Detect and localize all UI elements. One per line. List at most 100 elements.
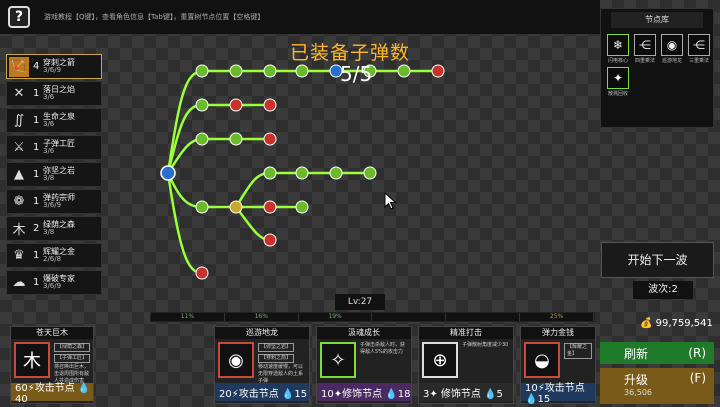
skill-item[interactable]: ▲ 1 弥坚之岩 3/8 xyxy=(6,162,102,187)
card-cost: 20⚡攻击节点 💧15 xyxy=(215,383,309,401)
tree-node[interactable] xyxy=(295,200,309,214)
card-tag: 【辉耀之金】 xyxy=(564,343,592,359)
tree-node[interactable] xyxy=(263,166,277,180)
controls-tip: 游戏教程【Q键】，查看角色信息【Tab键】，重置树节点位置【空格键】 xyxy=(44,13,265,21)
tree-node[interactable] xyxy=(195,98,209,112)
library-item[interactable]: ◉ 巡游地龙 xyxy=(660,34,684,64)
skill-level: 1 xyxy=(33,250,40,261)
craftsman-icon: ⚔ xyxy=(13,140,25,155)
card-title: 精准打击 xyxy=(419,327,513,339)
card-cost: 10✦修饰节点 💧18 xyxy=(317,383,411,401)
library-item-label: 巡游地龙 xyxy=(661,58,682,64)
money-bag-icon: 💰 xyxy=(640,318,653,329)
top-bar: ? 游戏教程【Q键】，查看角色信息【Tab键】，重置树节点位置【空格键】 xyxy=(0,0,600,34)
refresh-key: (R) xyxy=(688,346,706,360)
tree-node[interactable] xyxy=(195,200,209,214)
library-item[interactable]: ⋲ 四重乘法 xyxy=(633,34,657,64)
branch-icon: ⋲ xyxy=(634,34,656,56)
dragon-icon: ◉ xyxy=(218,342,254,378)
help-button[interactable]: ? xyxy=(8,6,30,28)
tree-node[interactable] xyxy=(397,64,411,78)
library-item[interactable]: ✦ 散溅回收 xyxy=(606,67,630,97)
tree-icon: 木 xyxy=(14,342,50,378)
shop-card[interactable]: 汲魂成长 ✧ 子弹击杀敌人时，获得敌人5%的攻击力 10✦修饰节点 💧18 xyxy=(316,326,412,404)
node-tree xyxy=(160,64,445,280)
money-value: 99,759,541 xyxy=(655,318,713,329)
skill-progress: 2/6/8 xyxy=(43,255,62,264)
card-tag: 【弥坚之岩】 xyxy=(258,343,295,352)
card-cost: 60⚡攻击节点 💧40 xyxy=(11,383,93,405)
skill-item[interactable]: 木 2 绿荫之森 3/8 xyxy=(6,216,102,241)
card-cost: 3✦ 修饰节点 💧5 xyxy=(419,383,513,401)
skill-item[interactable]: ∬ 1 生命之泉 3/6 xyxy=(6,108,102,133)
xp-segment xyxy=(372,313,447,321)
shop-card[interactable]: 巡游地龙 ◉ 【弥坚之岩】 【穿刺之箭】 移动速度缓慢，可以无限穿透敌人的土系子… xyxy=(214,326,310,404)
card-description: 子弹散射角度减少30 xyxy=(462,342,509,348)
flame-icon: ✕ xyxy=(13,86,25,101)
skill-level: 1 xyxy=(33,115,40,126)
skill-item[interactable]: ☁ 1 爆破专家 3/6/9 xyxy=(6,270,102,295)
tree-node[interactable] xyxy=(263,200,277,214)
skill-item[interactable]: ✕ 1 落日之焰 3/6 xyxy=(6,81,102,106)
card-title: 苍天巨木 xyxy=(11,327,93,339)
library-item-label: 散溅回收 xyxy=(607,91,628,97)
explosion-icon: ☁ xyxy=(12,275,26,290)
xp-segment xyxy=(446,313,521,321)
skill-item[interactable]: ❁ 1 弹药宗师 3/6/9 xyxy=(6,189,102,214)
tree-node[interactable] xyxy=(295,64,309,78)
scatter-icon: ✦ xyxy=(607,67,629,89)
upgrade-key: (F) xyxy=(689,371,706,385)
tree-node[interactable] xyxy=(263,64,277,78)
skill-item[interactable]: ⚔ 1 子弹工匠 3/6 xyxy=(6,135,102,160)
tree-node[interactable] xyxy=(195,64,209,78)
arrow-icon: 🏹 xyxy=(9,56,29,77)
coin-icon: ◒ xyxy=(524,342,560,378)
tree-node[interactable] xyxy=(229,64,243,78)
skill-level: 4 xyxy=(33,61,40,72)
refresh-label: 刷新 xyxy=(624,346,649,361)
wave-counter: 波次:2 xyxy=(633,281,693,299)
tree-nodes[interactable] xyxy=(160,64,445,280)
library-item-label: 闪电核心 xyxy=(607,58,628,64)
skill-level: 1 xyxy=(33,169,40,180)
tree-node[interactable] xyxy=(329,166,343,180)
skill-level: 1 xyxy=(33,196,40,207)
skill-progress: 3/6/9 xyxy=(43,66,62,75)
level-badge: Lv:27 xyxy=(335,294,385,310)
tree-node[interactable] xyxy=(295,166,309,180)
shop-card[interactable]: 精准打击 ⊕ 子弹散射角度减少30 3✦ 修饰节点 💧5 xyxy=(418,326,514,404)
tree-node[interactable] xyxy=(431,64,445,78)
tree-node[interactable] xyxy=(195,266,209,280)
card-tag: 【绿荫之森】 xyxy=(54,343,90,352)
tree-node[interactable] xyxy=(263,98,277,112)
card-title: 汲魂成长 xyxy=(317,327,411,339)
card-tag: 【子弹工匠】 xyxy=(54,354,90,363)
tree-node[interactable] xyxy=(363,166,377,180)
library-item[interactable]: ⋲ 三重乘法 xyxy=(687,34,711,64)
crosshair-icon: ⊕ xyxy=(422,342,458,378)
tree-node[interactable] xyxy=(229,200,243,214)
upgrade-label: 升级 xyxy=(624,373,649,387)
branch-icon: ⋲ xyxy=(688,34,710,56)
tree-node[interactable] xyxy=(195,132,209,146)
xp-segment: 25% xyxy=(520,313,594,321)
library-title: 节点库 xyxy=(611,12,703,28)
skill-item[interactable]: ♛ 1 辉耀之金 2/6/8 xyxy=(6,243,102,268)
tree-node[interactable] xyxy=(263,233,277,247)
upgrade-button[interactable]: 升级 (F) 36,506 xyxy=(600,368,714,404)
shop-card[interactable]: 苍天巨木 木 【绿荫之森】 【子弹工匠】 将召唤出巨木，击退周围所有敌人并造成伤… xyxy=(10,326,94,405)
root-node[interactable] xyxy=(160,165,176,181)
shop-card[interactable]: 弹力金钱 ◒ 【辉耀之金】 10⚡攻击节点 💧15 xyxy=(520,326,596,405)
skill-level: 1 xyxy=(33,277,40,288)
soul-growth-icon: ✧ xyxy=(320,342,356,378)
tree-node[interactable] xyxy=(263,132,277,146)
library-item[interactable]: ❄ 闪电核心 xyxy=(606,34,630,64)
skill-item[interactable]: 🏹 4 穿刺之箭 3/6/9 xyxy=(6,54,102,79)
refresh-button[interactable]: 刷新 (R) xyxy=(600,342,714,364)
card-description: 移动速度缓慢，可以无限穿透敌人的土系子弹 xyxy=(258,364,304,384)
next-wave-button[interactable]: 开始下一波 xyxy=(601,242,714,278)
tree-node[interactable] xyxy=(229,132,243,146)
tree-node[interactable] xyxy=(229,98,243,112)
upgrade-cost: 36,506 xyxy=(624,388,652,397)
card-title: 巡游地龙 xyxy=(215,327,309,339)
